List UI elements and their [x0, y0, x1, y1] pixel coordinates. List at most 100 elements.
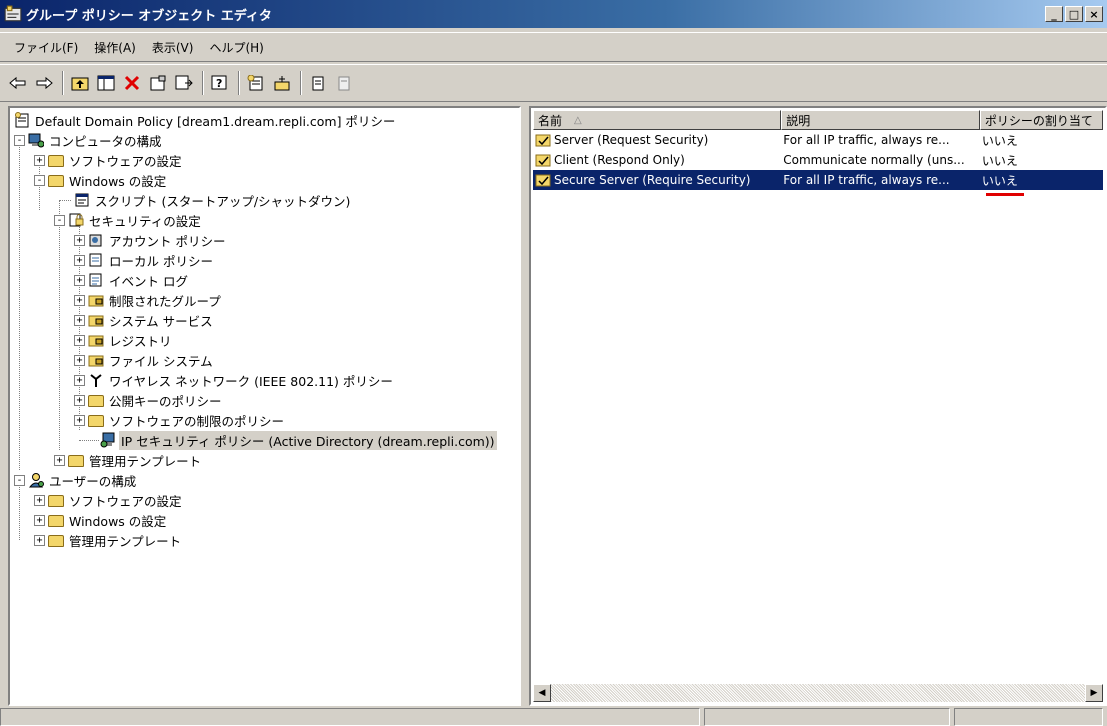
folder-icon: [48, 535, 64, 547]
title-bar: グループ ポリシー オブジェクト エディタ _ □ ×: [0, 0, 1107, 28]
collapse-toggle[interactable]: -: [14, 474, 25, 486]
tree-node-software-settings[interactable]: + ソフトウェアの設定: [34, 150, 184, 170]
collapse-toggle[interactable]: -: [34, 174, 45, 186]
tree-node-admin-templates[interactable]: + 管理用テンプレート: [54, 450, 203, 470]
tree-node-public-key-policy[interactable]: + 公開キーのポリシー: [74, 390, 224, 410]
menu-file[interactable]: ファイル(F): [6, 39, 86, 56]
expand-toggle[interactable]: +: [34, 494, 45, 506]
secure-folder-icon: [88, 355, 104, 367]
expand-toggle[interactable]: +: [74, 334, 85, 346]
horizontal-scrollbar[interactable]: ◀ ▶: [533, 684, 1103, 702]
tree-node-file-system[interactable]: + ファイル システム: [74, 350, 215, 370]
minimize-button[interactable]: _: [1045, 6, 1063, 22]
tree-node-ip-security-policy[interactable]: IP セキュリティ ポリシー (Active Directory (dream.…: [100, 430, 497, 450]
scroll-left-icon[interactable]: ◀: [533, 684, 551, 702]
script-icon: [75, 193, 89, 207]
close-button[interactable]: ×: [1085, 6, 1103, 22]
tree-node-user-config[interactable]: - ユーザーの構成: [14, 470, 138, 490]
event-log-icon: [89, 273, 102, 287]
ip-security-icon: [100, 432, 115, 448]
expand-toggle[interactable]: +: [74, 314, 85, 326]
toolbar: ?: [0, 64, 1107, 102]
column-header-name[interactable]: 名前 △: [533, 110, 782, 130]
sort-ascending-icon: △: [574, 114, 582, 126]
gpo-editor-icon: [4, 5, 22, 22]
export-list-icon[interactable]: [172, 71, 196, 95]
folder-icon: [48, 155, 64, 167]
list-row-secure-server[interactable]: Secure Server (Require Security) For all…: [533, 170, 1103, 190]
collapse-toggle[interactable]: -: [14, 134, 25, 146]
expand-toggle[interactable]: +: [74, 354, 85, 366]
add-icon[interactable]: [270, 71, 294, 95]
unassign-icon[interactable]: [332, 71, 356, 95]
properties-icon[interactable]: [146, 71, 170, 95]
expand-toggle[interactable]: +: [74, 274, 85, 286]
scroll-track[interactable]: [551, 684, 1085, 702]
delete-icon[interactable]: [120, 71, 144, 95]
show-hide-tree-icon[interactable]: [94, 71, 118, 95]
tree-node-user-admin-templates[interactable]: + 管理用テンプレート: [34, 530, 183, 550]
tree-node-registry[interactable]: + レジストリ: [74, 330, 174, 350]
tree-node-user-software-settings[interactable]: + ソフトウェアの設定: [34, 490, 184, 510]
tree-node-default-domain-policy[interactable]: Default Domain Policy [dream1.dream.repl…: [14, 110, 397, 130]
column-header-description[interactable]: 説明: [781, 110, 980, 130]
computer-config-icon: [28, 133, 44, 148]
back-arrow-icon[interactable]: [6, 71, 30, 95]
policy-list: Server (Request Security) For all IP tra…: [533, 130, 1103, 190]
folder-icon: [48, 175, 64, 187]
ip-policy-icon: [535, 134, 551, 147]
tree-node-user-windows-settings[interactable]: + Windows の設定: [34, 510, 168, 530]
expand-toggle[interactable]: +: [74, 414, 85, 426]
column-header-policy-assigned[interactable]: ポリシーの割り当て: [979, 110, 1104, 130]
tree-node-wireless-policy[interactable]: + ワイヤレス ネットワーク (IEEE 802.11) ポリシー: [74, 370, 395, 390]
scroll-right-icon[interactable]: ▶: [1085, 684, 1103, 702]
tree-node-local-policy[interactable]: + ローカル ポリシー: [74, 250, 215, 270]
expand-toggle[interactable]: +: [54, 454, 65, 466]
status-panel-right: [954, 708, 1103, 726]
list-pane: 名前 △ 説明 ポリシーの割り当て Server (Request Securi…: [529, 106, 1107, 706]
tree-node-scripts[interactable]: スクリプト (スタートアップ/シャットダウン): [74, 190, 352, 210]
secure-folder-icon: [88, 295, 104, 307]
assign-icon[interactable]: [306, 71, 330, 95]
new-policy-icon[interactable]: [244, 71, 268, 95]
tree-node-security-settings[interactable]: - セキュリティの設定: [54, 210, 203, 230]
expand-toggle[interactable]: +: [34, 534, 45, 546]
expand-toggle[interactable]: +: [34, 154, 45, 166]
expand-toggle[interactable]: +: [74, 254, 85, 266]
list-row-server[interactable]: Server (Request Security) For all IP tra…: [533, 130, 1103, 150]
list-header: 名前 △ 説明 ポリシーの割り当て: [533, 110, 1104, 130]
folder-icon: [68, 455, 84, 467]
menu-action[interactable]: 操作(A): [86, 39, 144, 56]
tree-node-account-policy[interactable]: + アカウント ポリシー: [74, 230, 227, 250]
local-policy-icon: [89, 253, 102, 267]
up-folder-icon[interactable]: [68, 71, 92, 95]
tree-pane: Default Domain Policy [dream1.dream.repl…: [8, 106, 521, 706]
wireless-icon: [90, 374, 102, 387]
tree-node-software-restriction[interactable]: + ソフトウェアの制限のポリシー: [74, 410, 286, 430]
user-config-icon: [28, 473, 44, 488]
maximize-button[interactable]: □: [1065, 6, 1083, 22]
tree-node-event-log[interactable]: + イベント ログ: [74, 270, 190, 290]
forward-arrow-icon[interactable]: [32, 71, 56, 95]
collapse-toggle[interactable]: -: [54, 214, 65, 226]
menu-help[interactable]: ヘルプ(H): [201, 39, 271, 56]
policy-icon: [15, 112, 29, 128]
menu-bar: ファイル(F) 操作(A) 表示(V) ヘルプ(H): [0, 32, 1107, 62]
expand-toggle[interactable]: +: [74, 394, 85, 406]
expand-toggle[interactable]: +: [34, 514, 45, 526]
folder-icon: [88, 395, 104, 407]
tree-node-computer-config[interactable]: - コンピュータの構成: [14, 130, 164, 150]
secure-folder-icon: [88, 335, 104, 347]
tree-node-system-services[interactable]: + システム サービス: [74, 310, 215, 330]
folder-icon: [48, 495, 64, 507]
console-tree: Default Domain Policy [dream1.dream.repl…: [12, 110, 517, 702]
expand-toggle[interactable]: +: [74, 374, 85, 386]
tree-node-windows-settings[interactable]: - Windows の設定: [34, 170, 168, 190]
tree-node-restricted-groups[interactable]: + 制限されたグループ: [74, 290, 223, 310]
list-row-client[interactable]: Client (Respond Only) Communicate normal…: [533, 150, 1103, 170]
help-icon[interactable]: ?: [208, 71, 232, 95]
expand-toggle[interactable]: +: [74, 234, 85, 246]
red-underline-annotation: [986, 193, 1024, 196]
expand-toggle[interactable]: +: [74, 294, 85, 306]
menu-view[interactable]: 表示(V): [144, 39, 202, 56]
